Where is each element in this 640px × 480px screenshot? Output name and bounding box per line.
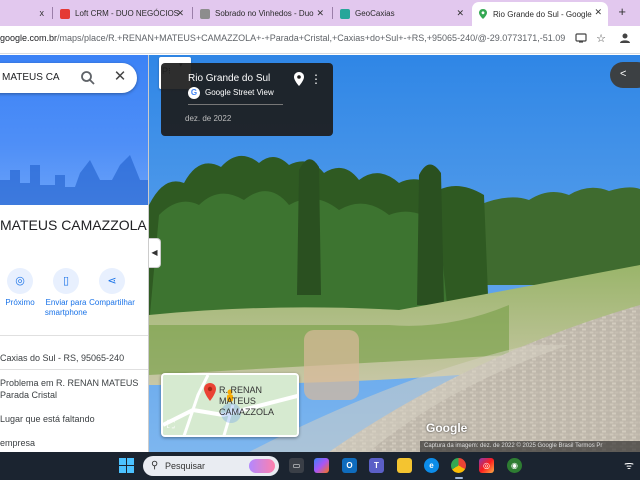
- report-problem-link[interactable]: Problema em R. RENAN MATEUS Parada Crist…: [0, 377, 138, 401]
- minimap[interactable]: R. RENAN MATEUS CAMAZZOLA ⛶: [161, 373, 299, 437]
- teams-icon[interactable]: T: [369, 458, 384, 473]
- close-tab-icon[interactable]: ✕: [456, 8, 464, 19]
- tab-label: GeoCaxias: [355, 9, 395, 18]
- send-to-phone-button[interactable]: ▯ Enviar para smartphone: [42, 268, 90, 318]
- tab-label: Rio Grande do Sul - Google: [493, 9, 592, 19]
- google-g-icon: G: [188, 87, 200, 99]
- chrome-icon[interactable]: [451, 458, 466, 473]
- close-tab-icon[interactable]: ✕: [176, 8, 184, 19]
- tab-sobrado[interactable]: Sobrado no Vinhedos - Duo ✕: [194, 3, 330, 24]
- address-text[interactable]: Caxias do Sul - RS, 95065-240: [0, 352, 124, 364]
- wifi-icon[interactable]: ᯤ: [624, 458, 634, 473]
- copilot-icon[interactable]: [314, 458, 329, 473]
- nearby-label: Próximo: [5, 298, 35, 307]
- plus-icon[interactable]: +: [618, 4, 626, 19]
- earth-app-icon[interactable]: ◉: [507, 458, 522, 473]
- share-icon: ⋖: [99, 268, 125, 294]
- tab-separator: [52, 7, 53, 19]
- close-tab-icon[interactable]: ✕: [594, 7, 602, 18]
- report-problem-line1: Problema em R. RENAN MATEUS: [0, 378, 139, 388]
- address-bar[interactable]: google.com.br/maps/place/R.+RENAN+MATEUS…: [0, 26, 640, 54]
- divider: [188, 104, 283, 105]
- bookmark-star-icon[interactable]: ☆: [594, 32, 608, 46]
- tab-separator: [192, 7, 193, 19]
- street-view-info-card: Rio Grande do Sul G Google Street View d…: [161, 63, 333, 136]
- windows-taskbar: ⚲ Pesquisar ▭ O T e ◎ ◉ ᯤ: [0, 452, 640, 480]
- close-icon[interactable]: ✕: [112, 69, 128, 85]
- tab-label: Sobrado no Vinhedos - Duo: [215, 9, 314, 18]
- capture-date: dez. de 2022: [185, 114, 232, 123]
- browser-tab-strip: x Loft CRM - DUO NEGÓCIOS ✕ Sobrado no V…: [0, 0, 640, 26]
- task-view-icon[interactable]: ▭: [289, 458, 304, 473]
- file-explorer-icon[interactable]: [397, 458, 412, 473]
- red-pin-icon: [203, 383, 217, 401]
- place-panel: MATEUS CAMAZZOLA ✕ MATEUS CAMAZZOLA - ◎ …: [0, 55, 149, 452]
- location-pin-icon[interactable]: [293, 72, 305, 86]
- close-tab-icon[interactable]: x: [40, 8, 45, 18]
- search-highlight-icon: [249, 459, 275, 473]
- more-options-icon[interactable]: ⋮: [310, 72, 322, 86]
- phone-icon: ▯: [53, 268, 79, 294]
- share-label: Compartilhar: [89, 298, 135, 307]
- search-input[interactable]: MATEUS CAMAZZOLA: [2, 72, 60, 83]
- street-view-title: Rio Grande do Sul: [188, 73, 271, 84]
- taskbar-search-placeholder: Pesquisar: [165, 461, 206, 471]
- chrome-active-indicator: [455, 477, 463, 479]
- tab-geocaxias[interactable]: GeoCaxias ✕: [334, 3, 470, 24]
- profile-icon[interactable]: [618, 32, 632, 46]
- url-path: /maps/place/R.+RENAN+MATEUS+CAMAZZOLA+-+…: [57, 33, 565, 43]
- instagram-icon[interactable]: ◎: [479, 458, 494, 473]
- send-to-phone-label: Enviar para smartphone: [44, 298, 88, 317]
- divider: [0, 369, 148, 370]
- tab-label: Loft CRM - DUO NEGÓCIOS: [75, 9, 180, 18]
- divider: [0, 335, 148, 336]
- minimap-label-line2: CAMAZZOLA: [219, 407, 275, 417]
- google-logo: Google: [426, 421, 468, 435]
- place-title: MATEUS CAMAZZOLA -: [0, 217, 149, 233]
- tab-google-maps[interactable]: Rio Grande do Sul - Google ✕: [472, 2, 608, 26]
- url-field[interactable]: google.com.br/maps/place/R.+RENAN+MATEUS…: [0, 33, 565, 43]
- cast-icon[interactable]: [574, 32, 588, 46]
- search-box[interactable]: MATEUS CAMAZZOLA ✕: [0, 63, 137, 93]
- search-icon: ⚲: [151, 460, 159, 471]
- minimap-label-line1: R. RENAN MATEUS: [219, 385, 263, 406]
- loft-favicon-icon: [60, 8, 70, 19]
- tab-separator: [332, 7, 333, 19]
- geocaxias-favicon-icon: [340, 8, 350, 19]
- minimap-label: R. RENAN MATEUS CAMAZZOLA: [219, 385, 297, 418]
- outlook-icon[interactable]: O: [342, 458, 357, 473]
- expand-icon[interactable]: ⛶: [167, 419, 175, 432]
- page-favicon-icon: [200, 8, 210, 19]
- missing-place-link[interactable]: Lugar que está faltando: [0, 413, 95, 425]
- close-tab-icon[interactable]: ✕: [316, 8, 324, 19]
- share-icon: <: [620, 68, 627, 80]
- attribution-bar: Captura da imagem: dez. de 2022 © 2025 G…: [420, 441, 640, 452]
- add-business-link[interactable]: empresa: [0, 437, 35, 449]
- tab-partial[interactable]: x: [0, 3, 50, 24]
- street-view-subtitle: Google Street View: [205, 88, 274, 97]
- collapse-panel-button[interactable]: ◀: [149, 238, 161, 268]
- search-icon[interactable]: [80, 70, 96, 86]
- share-button[interactable]: ⋖ Compartilhar: [88, 268, 136, 308]
- report-problem-line2: Parada Cristal: [0, 390, 58, 400]
- tab-loft-crm[interactable]: Loft CRM - DUO NEGÓCIOS ✕: [54, 3, 190, 24]
- maps-favicon-icon: [478, 9, 488, 19]
- skyline-graphic: [0, 155, 148, 205]
- edge-icon[interactable]: e: [424, 458, 439, 473]
- nearby-icon: ◎: [7, 268, 33, 294]
- windows-start-icon[interactable]: [119, 458, 134, 473]
- nearby-button[interactable]: ◎ Próximo: [0, 268, 44, 308]
- url-host: google.com.br: [0, 33, 58, 43]
- taskbar-search[interactable]: ⚲ Pesquisar: [143, 456, 279, 476]
- share-fab-button[interactable]: <: [610, 62, 640, 88]
